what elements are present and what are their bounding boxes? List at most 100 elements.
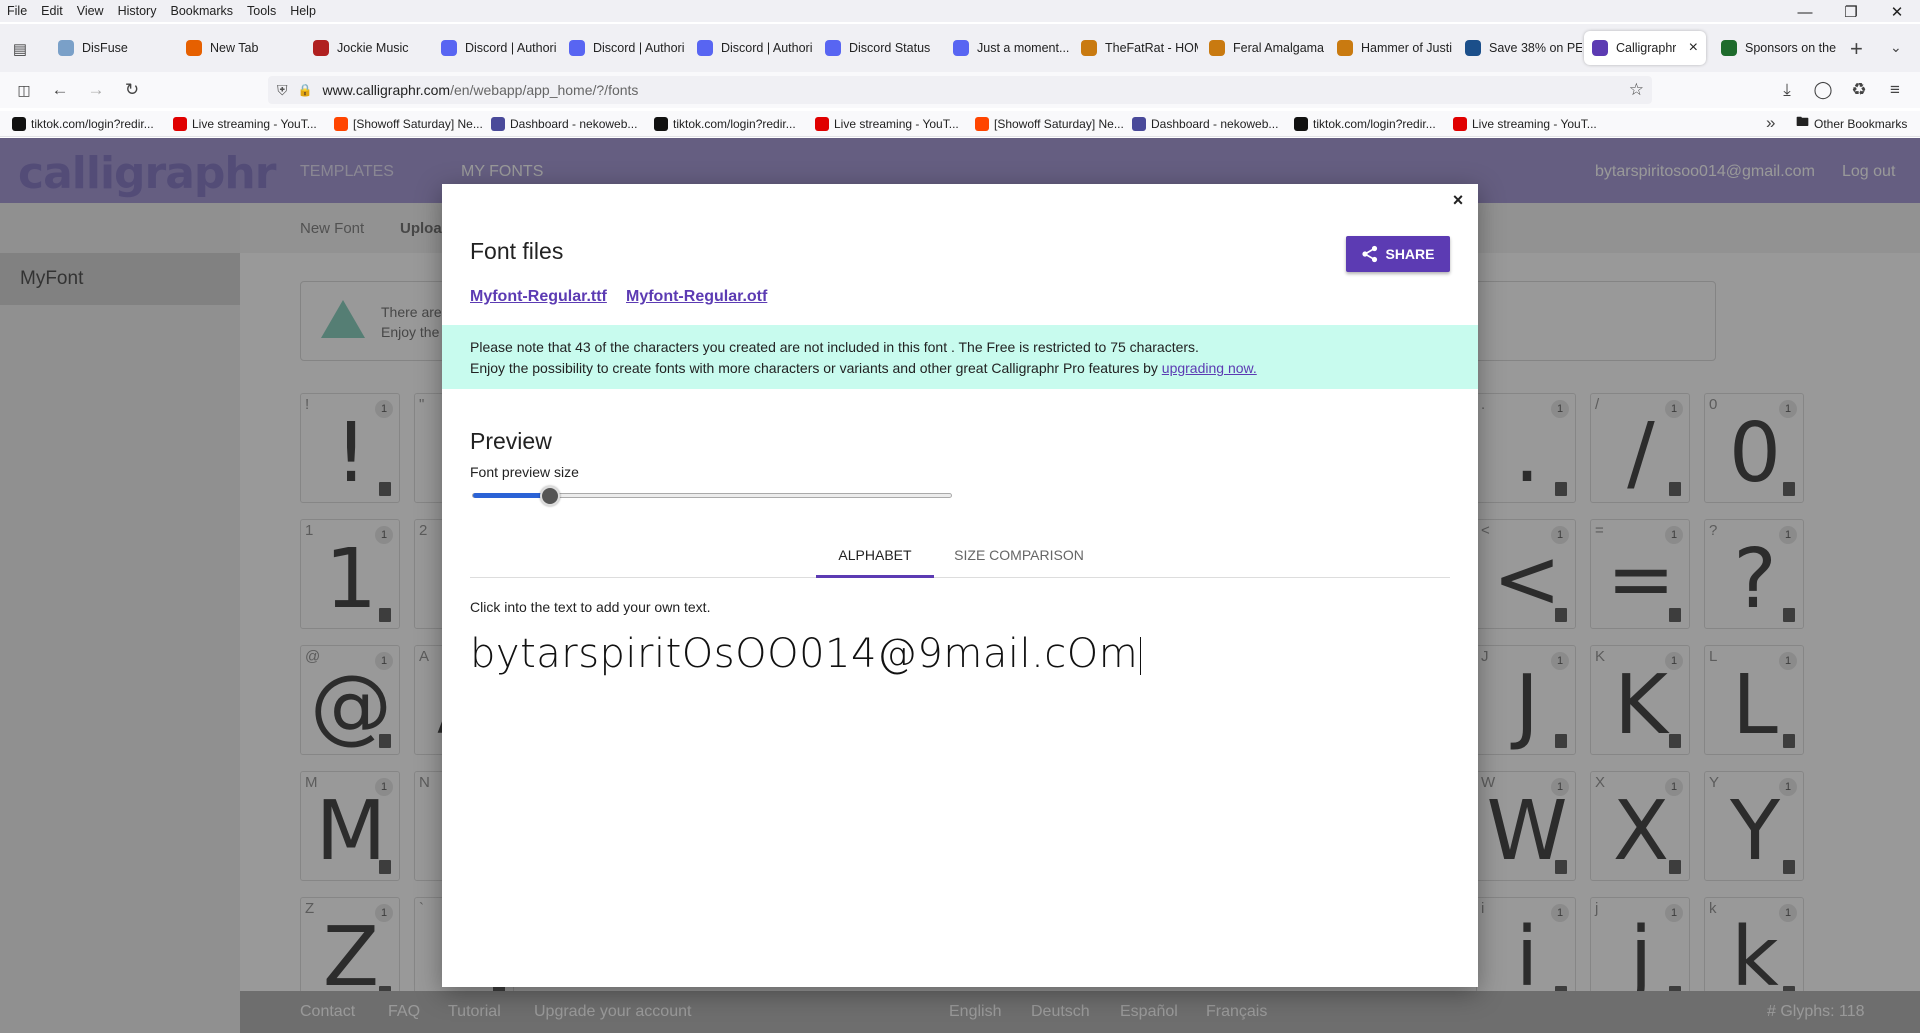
browser-tab[interactable]: TheFatRat - HOM <box>1073 31 1198 65</box>
bookmark-item[interactable]: [Showoff Saturday] Ne... <box>975 115 1124 133</box>
download-otf-link[interactable]: Myfont-Regular.otf <box>626 288 767 306</box>
browser-tab[interactable]: Calligraphr × <box>1584 31 1706 65</box>
tab-label: Jockie Music <box>337 41 409 55</box>
menu-view[interactable]: View <box>70 4 111 18</box>
download-ttf-link[interactable]: Myfont-Regular.ttf <box>470 288 607 306</box>
extensions-icon[interactable]: ♻ <box>1847 78 1871 102</box>
bookmark-favicon-icon <box>173 117 187 131</box>
modal-close-icon[interactable]: × <box>1448 190 1468 210</box>
browser-tab[interactable]: Save 38% on PE <box>1457 31 1582 65</box>
bookmark-item[interactable]: tiktok.com/login?redir... <box>654 115 796 133</box>
menu-help[interactable]: Help <box>283 4 323 18</box>
bookmark-label: Dashboard - nekoweb... <box>1151 117 1279 131</box>
bookmark-favicon-icon <box>12 117 26 131</box>
tab-favicon-icon <box>1337 40 1353 56</box>
bookmark-item[interactable]: Dashboard - nekoweb... <box>1132 115 1278 133</box>
menu-edit[interactable]: Edit <box>34 4 70 18</box>
tab-label: TheFatRat - HOM <box>1105 41 1198 55</box>
tab-favicon-icon <box>569 40 585 56</box>
menu-bar: File Edit View History Bookmarks Tools H… <box>0 0 1920 22</box>
browser-tab[interactable]: Discord | Authori <box>561 31 686 65</box>
bookmark-item[interactable]: Live streaming - YouT... <box>815 115 959 133</box>
bookmark-item[interactable]: Dashboard - nekoweb... <box>491 115 637 133</box>
restore-icon[interactable]: ❐ <box>1828 0 1874 24</box>
url-bar[interactable]: ⛨ 🔒 www.calligraphr.com/en/webapp/app_ho… <box>268 76 1652 104</box>
bookmark-favicon-icon <box>1294 117 1308 131</box>
other-bookmarks[interactable]: 🖿 Other Bookmarks <box>1796 114 1908 133</box>
tab-favicon-icon <box>1592 40 1608 56</box>
browser-tab[interactable]: Discord Status <box>817 31 942 65</box>
slider-thumb[interactable] <box>539 486 560 506</box>
bookmark-item[interactable]: tiktok.com/login?redir... <box>12 115 154 133</box>
bookmark-item[interactable]: [Showoff Saturday] Ne... <box>334 115 483 133</box>
share-icon <box>1362 245 1378 263</box>
preview-size-label: Font preview size <box>470 464 579 480</box>
slider-fill <box>473 493 550 498</box>
forward-icon[interactable]: → <box>84 78 108 102</box>
back-icon[interactable]: ← <box>48 78 72 102</box>
new-tab-icon[interactable]: + <box>1850 36 1863 62</box>
browser-tab[interactable]: Just a moment... <box>945 31 1070 65</box>
tab-favicon-icon <box>697 40 713 56</box>
url-host: www.calligraphr.com <box>322 82 451 98</box>
browser-tab[interactable]: Hammer of Justi <box>1329 31 1454 65</box>
bookmark-favicon-icon <box>491 117 505 131</box>
browser-tab[interactable]: Discord | Authori <box>433 31 558 65</box>
upgrade-link[interactable]: upgrading now. <box>1162 360 1257 376</box>
menu-bookmarks[interactable]: Bookmarks <box>163 4 240 18</box>
tab-label: Discord | Authori <box>721 41 813 55</box>
sidebar-toggle-icon[interactable]: ◫ <box>12 78 36 102</box>
tab-alphabet[interactable]: ALPHABET <box>816 538 934 578</box>
bookmark-star-icon[interactable]: ☆ <box>1629 80 1644 100</box>
window-close-icon[interactable]: ✕ <box>1874 0 1920 24</box>
tab-favicon-icon <box>441 40 457 56</box>
menu-tools[interactable]: Tools <box>240 4 283 18</box>
font-files-modal: × Font files SHARE Myfont-Regular.ttf My… <box>442 184 1478 987</box>
preview-text-area[interactable]: bytarspiritOsOO014@9mail.cOm <box>470 624 1450 684</box>
bookmark-label: [Showoff Saturday] Ne... <box>353 117 483 131</box>
tab-label: Discord Status <box>849 41 931 55</box>
bookmark-favicon-icon <box>1132 117 1146 131</box>
tab-size-comparison[interactable]: SIZE COMPARISON <box>934 538 1104 578</box>
browser-tab[interactable]: Feral Amalgama <box>1201 31 1326 65</box>
bookmark-favicon-icon <box>1453 117 1467 131</box>
preview-title: Preview <box>470 428 552 454</box>
tab-close-icon[interactable]: × <box>1689 39 1698 57</box>
bookmark-item[interactable]: tiktok.com/login?redir... <box>1294 115 1436 133</box>
menu-history[interactable]: History <box>111 4 164 18</box>
folder-icon: 🖿 <box>1796 114 1810 129</box>
preview-size-slider[interactable] <box>472 486 952 506</box>
share-button[interactable]: SHARE <box>1346 236 1450 272</box>
bookmark-item[interactable]: Live streaming - YouT... <box>1453 115 1597 133</box>
tab-overview-icon[interactable]: ▤ <box>8 37 32 61</box>
list-tabs-icon[interactable]: ⌄ <box>1890 39 1902 56</box>
tab-label: Calligraphr <box>1616 41 1677 55</box>
browser-tab[interactable]: Jockie Music <box>305 31 430 65</box>
account-icon[interactable]: ◯ <box>1811 78 1835 102</box>
browser-tab[interactable]: Sponsors on the <box>1713 31 1838 65</box>
tab-favicon-icon <box>313 40 329 56</box>
other-bookmarks-label: Other Bookmarks <box>1814 117 1908 131</box>
bookmarks-toolbar: tiktok.com/login?redir... Live streaming … <box>0 111 1920 137</box>
preview-tabs: ALPHABET SIZE COMPARISON <box>470 538 1450 578</box>
bookmark-item[interactable]: Live streaming - YouT... <box>173 115 317 133</box>
minimize-icon[interactable]: — <box>1782 0 1828 24</box>
browser-tab[interactable]: Discord | Authori <box>689 31 814 65</box>
tab-label: Feral Amalgama <box>1233 41 1325 55</box>
bookmark-favicon-icon <box>654 117 668 131</box>
modal-title: Font files <box>470 238 564 264</box>
bookmarks-overflow-icon[interactable]: » <box>1766 113 1775 133</box>
url-path: /en/webapp/app_home/?/fonts <box>450 82 639 98</box>
browser-tab[interactable]: DisFuse <box>50 31 175 65</box>
menu-file[interactable]: File <box>0 4 34 18</box>
shield-icon[interactable]: ⛨ <box>277 82 288 99</box>
reload-icon[interactable]: ↻ <box>120 78 144 102</box>
bookmark-label: [Showoff Saturday] Ne... <box>994 117 1124 131</box>
lock-icon[interactable]: 🔒 <box>298 83 313 97</box>
tab-label: Discord | Authori <box>593 41 685 55</box>
app-menu-icon[interactable]: ≡ <box>1883 78 1907 102</box>
tab-label: Discord | Authori <box>465 41 557 55</box>
browser-tab[interactable]: New Tab <box>178 31 303 65</box>
downloads-icon[interactable]: ⤓ <box>1775 78 1799 102</box>
page: calligraphr TEMPLATES MY FONTS bytarspir… <box>0 138 1920 1033</box>
